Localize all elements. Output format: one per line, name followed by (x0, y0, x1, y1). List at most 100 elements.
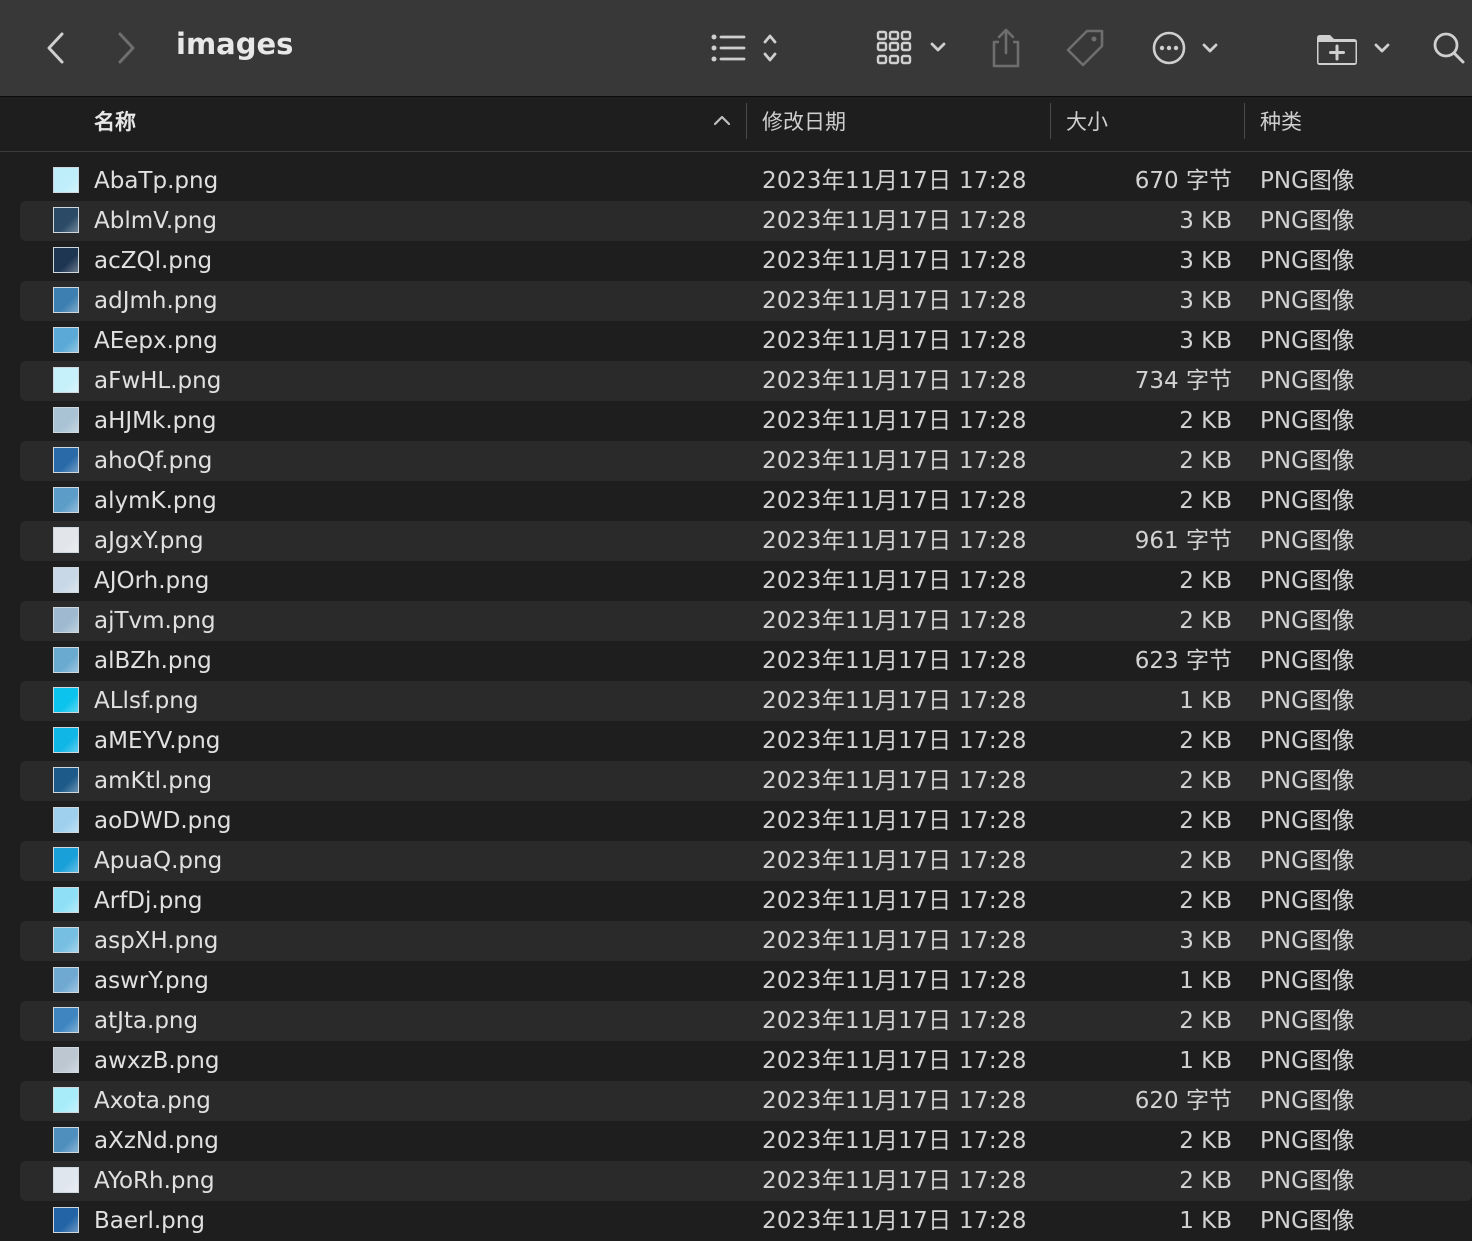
file-row[interactable]: aFwHL.png 2023年11月17日 17:28 734 字节 PNG图像 (20, 361, 1472, 401)
png-thumbnail-icon (53, 887, 79, 913)
file-modified-date: 2023年11月17日 17:28 (762, 928, 1027, 954)
file-kind: PNG图像 (1260, 1088, 1355, 1114)
tag-button[interactable] (1062, 0, 1108, 96)
file-modified-date: 2023年11月17日 17:28 (762, 1128, 1027, 1154)
file-name: AJOrh.png (94, 568, 210, 594)
column-divider[interactable] (746, 103, 747, 139)
file-row[interactable]: aHJMk.png 2023年11月17日 17:28 2 KB PNG图像 (20, 401, 1472, 441)
file-row[interactable]: AYoRh.png 2023年11月17日 17:28 2 KB PNG图像 (20, 1161, 1472, 1201)
file-kind: PNG图像 (1260, 928, 1355, 954)
file-row[interactable]: ahoQf.png 2023年11月17日 17:28 2 KB PNG图像 (20, 441, 1472, 481)
png-thumbnail-icon (53, 847, 79, 873)
file-modified-date: 2023年11月17日 17:28 (762, 448, 1027, 474)
file-modified-date: 2023年11月17日 17:28 (762, 808, 1027, 834)
share-button[interactable] (984, 0, 1028, 96)
file-name: aoDWD.png (94, 808, 232, 834)
png-thumbnail-icon (53, 1167, 79, 1193)
column-divider[interactable] (1244, 103, 1245, 139)
file-size: 2 KB (1179, 448, 1232, 474)
file-row[interactable]: adJmh.png 2023年11月17日 17:28 3 KB PNG图像 (20, 281, 1472, 321)
forward-button[interactable] (106, 0, 146, 96)
file-row[interactable]: ALlsf.png 2023年11月17日 17:28 1 KB PNG图像 (20, 681, 1472, 721)
file-size: 3 KB (1179, 928, 1232, 954)
file-kind: PNG图像 (1260, 488, 1355, 514)
file-row[interactable]: alBZh.png 2023年11月17日 17:28 623 字节 PNG图像 (20, 641, 1472, 681)
column-date[interactable]: 修改日期 (762, 97, 846, 151)
file-name: ALlsf.png (94, 688, 199, 714)
file-row[interactable]: AblmV.png 2023年11月17日 17:28 3 KB PNG图像 (20, 201, 1472, 241)
file-row[interactable]: Axota.png 2023年11月17日 17:28 620 字节 PNG图像 (20, 1081, 1472, 1121)
file-size: 3 KB (1179, 208, 1232, 234)
file-kind: PNG图像 (1260, 1128, 1355, 1154)
back-button[interactable] (36, 0, 76, 96)
file-kind: PNG图像 (1260, 408, 1355, 434)
file-name: atJta.png (94, 1008, 199, 1034)
file-name: aHJMk.png (94, 408, 217, 434)
group-view-button[interactable] (872, 0, 952, 96)
file-name: AYoRh.png (94, 1168, 215, 1194)
file-modified-date: 2023年11月17日 17:28 (762, 208, 1027, 234)
file-row[interactable]: Baerl.png 2023年11月17日 17:28 1 KB PNG图像 (20, 1201, 1472, 1241)
file-name: aswrY.png (94, 968, 209, 994)
file-row[interactable]: aoDWD.png 2023年11月17日 17:28 2 KB PNG图像 (20, 801, 1472, 841)
file-row[interactable]: acZQl.png 2023年11月17日 17:28 3 KB PNG图像 (20, 241, 1472, 281)
list-view-icon (711, 34, 777, 62)
file-row[interactable]: AJOrh.png 2023年11月17日 17:28 2 KB PNG图像 (20, 561, 1472, 601)
png-thumbnail-icon (53, 927, 79, 953)
file-size: 1 KB (1179, 1048, 1232, 1074)
new-folder-icon (1317, 35, 1390, 65)
file-size: 961 字节 (1134, 528, 1232, 554)
file-kind: PNG图像 (1260, 1208, 1355, 1234)
file-size: 2 KB (1179, 568, 1232, 594)
png-thumbnail-icon (53, 447, 79, 473)
file-row[interactable]: aJgxY.png 2023年11月17日 17:28 961 字节 PNG图像 (20, 521, 1472, 561)
file-modified-date: 2023年11月17日 17:28 (762, 1208, 1027, 1234)
file-kind: PNG图像 (1260, 1168, 1355, 1194)
file-size: 3 KB (1179, 248, 1232, 274)
file-kind: PNG图像 (1260, 808, 1355, 834)
chevron-left-icon (47, 32, 64, 64)
file-row[interactable]: aspXH.png 2023年11月17日 17:28 3 KB PNG图像 (20, 921, 1472, 961)
file-name: alBZh.png (94, 648, 212, 674)
file-kind: PNG图像 (1260, 528, 1355, 554)
window-title: images (176, 27, 294, 61)
column-size[interactable]: 大小 (1066, 97, 1108, 151)
file-modified-date: 2023年11月17日 17:28 (762, 248, 1027, 274)
search-button[interactable] (1428, 0, 1470, 96)
file-kind: PNG图像 (1260, 728, 1355, 754)
file-row[interactable]: awxzB.png 2023年11月17日 17:28 1 KB PNG图像 (20, 1041, 1472, 1081)
column-kind[interactable]: 种类 (1260, 97, 1302, 151)
file-row[interactable]: ArfDj.png 2023年11月17日 17:28 2 KB PNG图像 (20, 881, 1472, 921)
file-kind: PNG图像 (1260, 768, 1355, 794)
sort-ascending-icon[interactable] (712, 111, 732, 131)
file-row[interactable]: aswrY.png 2023年11月17日 17:28 1 KB PNG图像 (20, 961, 1472, 1001)
png-thumbnail-icon (53, 727, 79, 753)
file-row[interactable]: AEepx.png 2023年11月17日 17:28 3 KB PNG图像 (20, 321, 1472, 361)
file-kind: PNG图像 (1260, 648, 1355, 674)
file-name: acZQl.png (94, 248, 213, 274)
file-row[interactable]: amKtl.png 2023年11月17日 17:28 2 KB PNG图像 (20, 761, 1472, 801)
file-row[interactable]: ajTvm.png 2023年11月17日 17:28 2 KB PNG图像 (20, 601, 1472, 641)
file-kind: PNG图像 (1260, 568, 1355, 594)
file-row[interactable]: aXzNd.png 2023年11月17日 17:28 2 KB PNG图像 (20, 1121, 1472, 1161)
file-row[interactable]: atJta.png 2023年11月17日 17:28 2 KB PNG图像 (20, 1001, 1472, 1041)
share-icon (992, 28, 1020, 68)
search-icon (1433, 32, 1465, 64)
tag-icon (1066, 29, 1104, 67)
column-header: 名称 修改日期 大小 种类 (0, 97, 1472, 152)
file-name: aspXH.png (94, 928, 219, 954)
new-folder-button[interactable] (1312, 0, 1394, 96)
file-list: AbaTp.png 2023年11月17日 17:28 670 字节 PNG图像 Abl… (0, 161, 1472, 1241)
column-name[interactable]: 名称 (94, 97, 136, 151)
file-row[interactable]: ApuaQ.png 2023年11月17日 17:28 2 KB PNG图像 (20, 841, 1472, 881)
file-row[interactable]: AbaTp.png 2023年11月17日 17:28 670 字节 PNG图像 (20, 161, 1472, 201)
file-row[interactable]: alymK.png 2023年11月17日 17:28 2 KB PNG图像 (20, 481, 1472, 521)
column-divider[interactable] (1050, 103, 1051, 139)
png-thumbnail-icon (53, 687, 79, 713)
list-view-button[interactable] (704, 0, 788, 96)
file-modified-date: 2023年11月17日 17:28 (762, 1168, 1027, 1194)
file-row[interactable]: aMEYV.png 2023年11月17日 17:28 2 KB PNG图像 (20, 721, 1472, 761)
png-thumbnail-icon (53, 207, 79, 233)
file-name: aMEYV.png (94, 728, 221, 754)
more-actions-button[interactable] (1148, 0, 1224, 96)
